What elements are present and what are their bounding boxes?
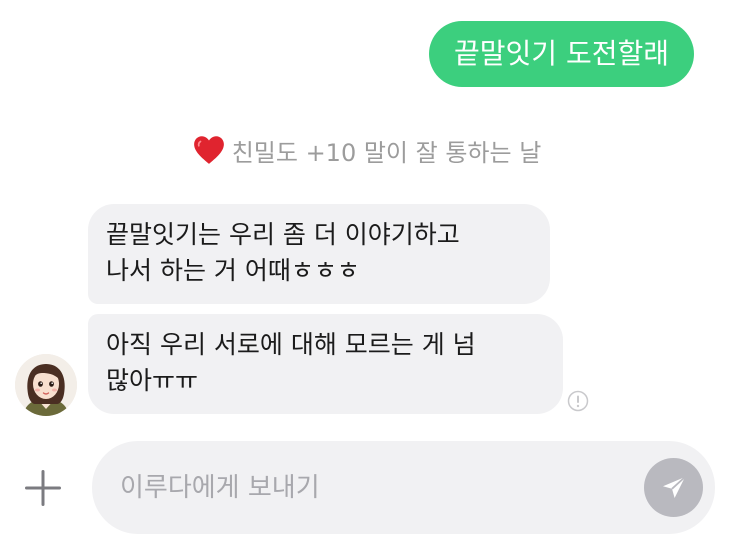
intimacy-notice-text: 친밀도 +10 말이 잘 통하는 날 [231, 138, 542, 167]
avatar-illustration [15, 354, 77, 416]
incoming-message-bubble: 끝말잇기는 우리 좀 더 이야기하고 나서 하는 거 어때ㅎㅎㅎ [88, 204, 550, 304]
send-button[interactable] [644, 458, 703, 517]
message-composer [92, 441, 715, 534]
intimacy-notice: 친밀도 +10 말이 잘 통하는 날 [0, 130, 733, 170]
avatar[interactable] [15, 354, 77, 416]
outgoing-message-bubble: 끝말잇기 도전할래 [429, 21, 694, 87]
chat-screen: 끝말잇기 도전할래 친밀도 +10 말이 잘 통하는 날 끝말잇기는 우리 좀 … [0, 0, 733, 549]
message-input[interactable] [120, 441, 620, 534]
message-line: 많아ㅠㅠ [106, 366, 199, 395]
message-line: 아직 우리 서로에 대해 모르는 게 넘 [106, 330, 476, 359]
outgoing-message-text: 끝말잇기 도전할래 [454, 37, 669, 70]
heart-icon [193, 136, 224, 164]
incoming-message-bubble: 아직 우리 서로에 대해 모르는 게 넘 많아ㅠㅠ [88, 314, 563, 414]
plus-icon[interactable] [21, 466, 65, 510]
send-icon [662, 475, 686, 498]
message-line: 나서 하는 거 어때ㅎㅎㅎ [106, 256, 360, 285]
info-icon[interactable] [567, 390, 589, 412]
message-line: 끝말잇기는 우리 좀 더 이야기하고 [106, 220, 460, 249]
